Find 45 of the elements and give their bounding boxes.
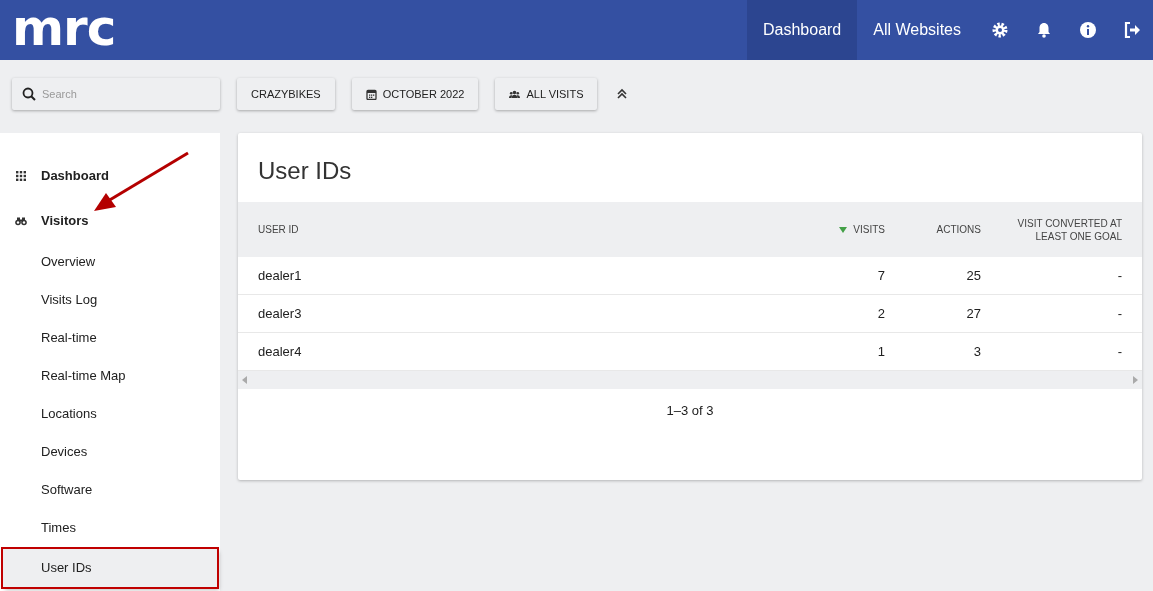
column-header[interactable]: VISIT CONVERTED AT LEAST ONE GOAL xyxy=(1012,216,1122,243)
column-header[interactable]: VISITS xyxy=(853,224,885,235)
menu-item[interactable]: Devices xyxy=(3,433,217,471)
nav-link[interactable]: All Websites xyxy=(857,0,977,60)
menu-item[interactable]: Software xyxy=(3,471,217,509)
search-icon xyxy=(22,87,36,101)
segment-button[interactable]: ALL VISITS xyxy=(495,78,598,110)
collapse-icon[interactable] xyxy=(616,88,629,100)
settings-icon[interactable] xyxy=(991,21,1009,39)
table-cell: - xyxy=(1117,268,1122,283)
table-cell: dealer4 xyxy=(258,344,302,359)
info-icon[interactable] xyxy=(1079,21,1097,39)
report-title: User IDs xyxy=(257,156,353,186)
menu-item[interactable]: User IDs xyxy=(3,549,217,587)
table-cell: 3 xyxy=(973,344,981,359)
calendar-icon xyxy=(365,88,377,100)
logout-icon[interactable] xyxy=(1123,21,1141,39)
menu-item[interactable]: Locations xyxy=(3,395,217,433)
column-header[interactable]: ACTIONS xyxy=(936,224,981,235)
date-button[interactable]: OCTOBER 2022 xyxy=(351,78,479,110)
menu-item[interactable]: Real-time xyxy=(3,319,217,357)
table-cell: 25 xyxy=(966,268,981,283)
pagination-text: 1–3 of 3 xyxy=(666,403,714,418)
menu-item[interactable]: Times xyxy=(3,509,217,547)
people-icon xyxy=(509,88,521,100)
nav-link[interactable]: Dashboard xyxy=(747,0,858,60)
table-cell: dealer3 xyxy=(258,306,302,321)
table-cell: 7 xyxy=(877,268,885,283)
search-field[interactable]: Search xyxy=(12,78,220,110)
menu-item[interactable]: Real-time Map xyxy=(3,357,217,395)
table-cell: 2 xyxy=(877,306,885,321)
table-cell: 1 xyxy=(877,344,885,359)
table-cell: 27 xyxy=(966,306,981,321)
menu-section[interactable]: Visitors xyxy=(41,213,89,228)
menu-item[interactable]: Overview xyxy=(3,243,217,281)
table-cell: - xyxy=(1117,344,1122,359)
table-cell: dealer1 xyxy=(258,268,302,283)
logo: mrc xyxy=(11,2,116,59)
bell-icon[interactable] xyxy=(1035,21,1053,39)
grid-icon xyxy=(15,169,27,182)
site-button[interactable]: CRAZYBIKES xyxy=(237,78,335,110)
table-cell: - xyxy=(1117,306,1122,321)
column-header[interactable]: USER ID xyxy=(258,224,299,235)
menu-section[interactable]: Dashboard xyxy=(41,168,109,183)
menu-item[interactable]: Visits Log xyxy=(3,281,217,319)
